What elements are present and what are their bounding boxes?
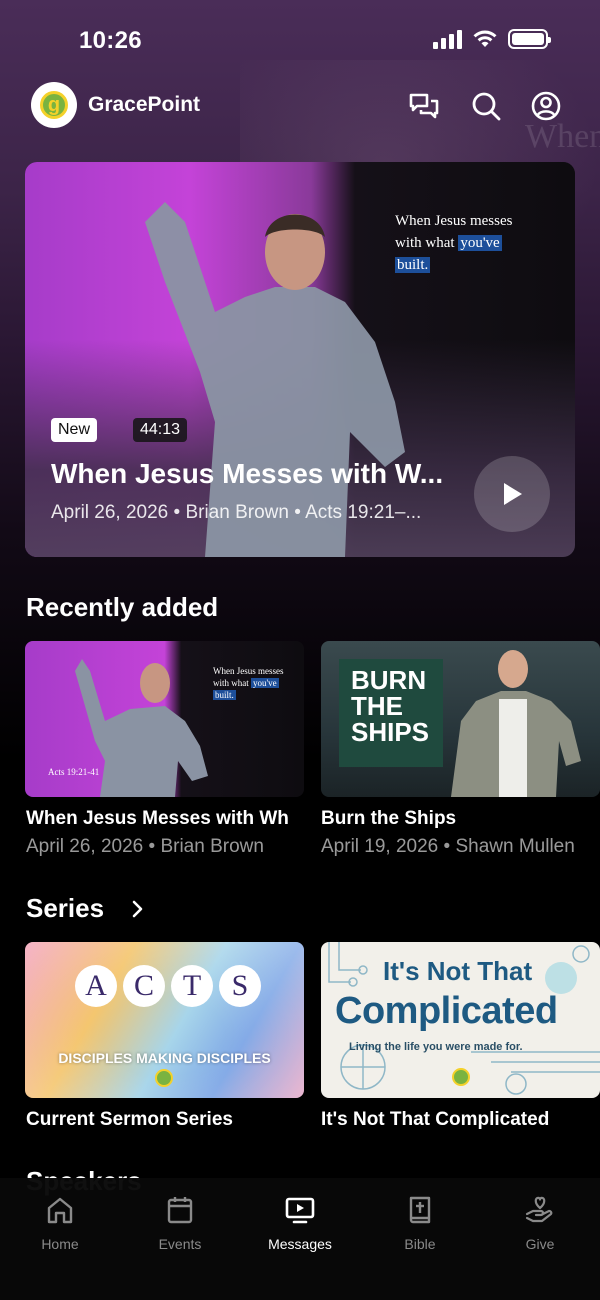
calendar-icon bbox=[167, 1197, 193, 1224]
status-icons bbox=[433, 29, 551, 49]
recent-item-meta-2: April 19, 2026 • Shawn Mullen bbox=[321, 836, 575, 857]
search-icon[interactable] bbox=[470, 90, 502, 122]
nav-bible[interactable]: Bible bbox=[360, 1194, 480, 1252]
series-thumbnail-1[interactable]: A C T S DISCIPLES MAKING DISCIPLES bbox=[25, 942, 304, 1098]
series-art-line-1: It's Not That bbox=[383, 956, 533, 986]
nav-label: Home bbox=[41, 1236, 79, 1252]
bottom-navigation: Home Events Messages Bible Give bbox=[0, 1178, 600, 1300]
series-title-2: It's Not That Complicated bbox=[321, 1109, 550, 1130]
series-heading[interactable]: Series bbox=[26, 893, 104, 924]
profile-icon[interactable] bbox=[530, 90, 562, 122]
battery-icon bbox=[508, 29, 551, 49]
recent-item-title-2: Burn the Ships bbox=[321, 808, 457, 829]
nav-messages[interactable]: Messages bbox=[240, 1194, 360, 1252]
status-time: 10:26 bbox=[79, 27, 142, 54]
tv-icon bbox=[285, 1197, 315, 1224]
logo-letter: g bbox=[40, 91, 68, 119]
recent-item-meta-1: April 26, 2026 • Brian Brown bbox=[26, 836, 264, 857]
slide-text: When Jesus messes with what you've built… bbox=[395, 213, 513, 273]
chat-icon[interactable] bbox=[408, 90, 440, 122]
give-icon bbox=[525, 1196, 553, 1223]
series-thumbnail-2[interactable]: It's Not That Complicated Living the lif… bbox=[321, 942, 600, 1098]
status-bar: 10:26 bbox=[0, 0, 600, 80]
nav-home[interactable]: Home bbox=[0, 1194, 120, 1252]
nav-label: Events bbox=[158, 1236, 202, 1252]
nav-label: Bible bbox=[404, 1236, 436, 1252]
play-button[interactable] bbox=[474, 456, 550, 532]
speaker-image bbox=[451, 650, 581, 797]
acts-letters: A C T S bbox=[75, 965, 261, 1007]
home-icon bbox=[47, 1197, 73, 1224]
hero-title: When Jesus Messes with W... bbox=[51, 458, 444, 489]
featured-message-card[interactable]: When Jesus messes with what you've built… bbox=[25, 162, 575, 557]
brand-name: GracePoint bbox=[88, 93, 201, 116]
nav-label: Give bbox=[525, 1236, 555, 1252]
app-header: g GracePoint bbox=[0, 80, 600, 132]
chevron-right-icon[interactable] bbox=[130, 899, 146, 919]
signal-icon bbox=[433, 29, 462, 49]
nav-label: Messages bbox=[268, 1236, 332, 1252]
series-art-line-2: Complicated bbox=[335, 990, 558, 1032]
new-badge: New bbox=[51, 418, 98, 442]
nav-events[interactable]: Events bbox=[120, 1194, 240, 1252]
nav-give[interactable]: Give bbox=[480, 1194, 600, 1252]
recent-item-thumbnail-1[interactable]: When Jesus messes with what you've built… bbox=[25, 641, 304, 797]
burn-the-ships-art: BURN THE SHIPS bbox=[339, 659, 443, 767]
series-art-subtitle: DISCIPLES MAKING DISCIPLES bbox=[58, 1050, 271, 1066]
slide-text: When Jesus messes with what you've built… bbox=[213, 666, 284, 700]
church-logo[interactable]: g bbox=[31, 82, 77, 128]
hero-meta: April 26, 2026 • Brian Brown • Acts 19:2… bbox=[51, 502, 422, 523]
series-art-tagline: Living the life you were made for. bbox=[349, 1041, 523, 1053]
recently-added-heading: Recently added bbox=[26, 592, 219, 622]
church-logo-small bbox=[452, 1068, 470, 1086]
duration-badge: 44:13 bbox=[133, 418, 188, 442]
scripture-reference: Acts 19:21-41 bbox=[48, 767, 100, 777]
wifi-icon bbox=[473, 30, 497, 47]
church-logo-small bbox=[155, 1069, 173, 1087]
bible-icon bbox=[409, 1196, 431, 1224]
play-icon bbox=[504, 483, 522, 505]
recent-item-title-1: When Jesus Messes with Wh bbox=[26, 808, 289, 829]
recent-item-thumbnail-2[interactable]: BURN THE SHIPS bbox=[321, 641, 600, 797]
series-title-1: Current Sermon Series bbox=[26, 1109, 233, 1130]
